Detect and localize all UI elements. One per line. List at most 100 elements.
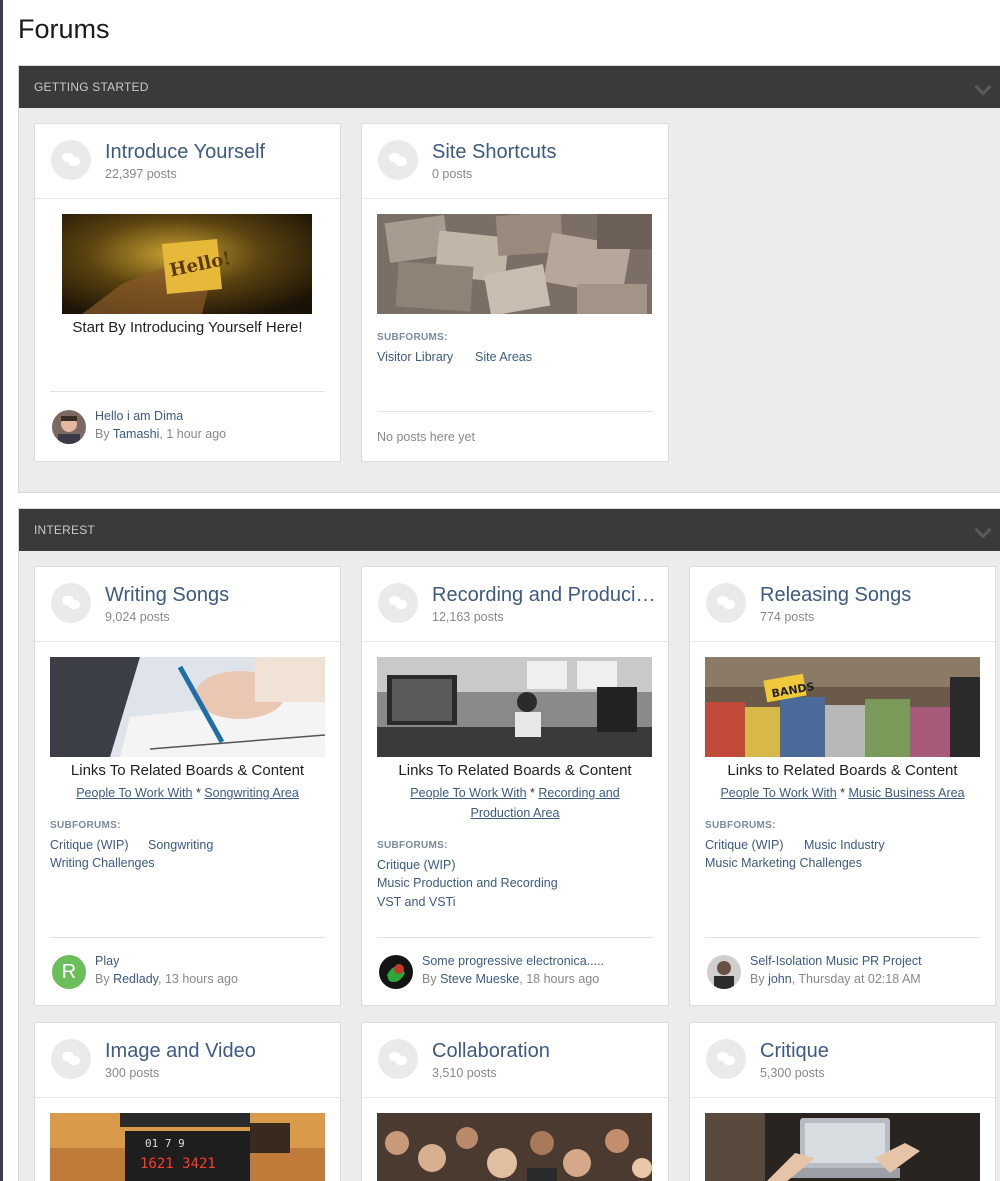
clapper-timecode-text: 1621 3421 [140, 1156, 216, 1172]
forum-icon [51, 1039, 91, 1079]
section-title: GETTING STARTED [34, 80, 149, 94]
chevron-down-icon[interactable] [974, 521, 992, 539]
forum-icon [378, 1039, 418, 1079]
forum-description: Links to Related Boards & Content [727, 762, 958, 779]
last-post-title[interactable]: Some progressive electronica..... [422, 954, 604, 968]
forum-title[interactable]: Site Shortcuts [432, 141, 557, 164]
subforum-link[interactable]: Writing Challenges [50, 856, 155, 870]
avatar[interactable] [707, 955, 741, 989]
forum-banner-image [705, 1113, 980, 1181]
card-divider [705, 937, 980, 938]
songwriting-area-link[interactable]: Songwriting Area [204, 786, 299, 800]
chevron-down-icon[interactable] [974, 78, 992, 96]
forum-icon [378, 583, 418, 623]
forum-title[interactable]: Image and Video [105, 1040, 256, 1063]
forum-icon [706, 583, 746, 623]
forum-title[interactable]: Introduce Yourself [105, 141, 265, 164]
people-to-work-with-link[interactable]: People To Work With [410, 786, 526, 800]
link-separator: * [192, 786, 205, 800]
forum-title[interactable]: Releasing Songs [760, 584, 911, 607]
card-divider [377, 411, 653, 412]
forum-post-count: 12,163 posts [432, 610, 504, 624]
subforum-link[interactable]: Songwriting [148, 838, 213, 852]
last-post-time: , 1 hour ago [159, 427, 227, 441]
forum-banner-image [50, 657, 325, 757]
forum-title[interactable]: Recording and Producing [432, 584, 657, 607]
forum-card-header: Site Shortcuts 0 posts [362, 124, 668, 199]
subforum-link[interactable]: Music Production and Recording [377, 876, 558, 890]
subforums-label: SUBFORUMS: [50, 820, 121, 831]
chat-bubbles-icon [62, 153, 80, 167]
forum-post-count: 300 posts [105, 1066, 160, 1080]
forum-title[interactable]: Writing Songs [105, 584, 229, 607]
music-business-area-link[interactable]: Music Business Area [849, 786, 965, 800]
forum-post-count: 9,024 posts [105, 610, 170, 624]
by-label: By [95, 427, 113, 441]
forum-banner-image [377, 214, 652, 314]
clapper-top-text: 01 7 9 [145, 1137, 185, 1150]
people-to-work-with-link[interactable]: People To Work With [76, 786, 192, 800]
forum-banner-image [377, 1113, 652, 1181]
forum-banner-image: BANDS [705, 657, 980, 757]
forum-post-count: 5,300 posts [760, 1066, 825, 1080]
section-interest: INTEREST Writing Songs 9,024 posts Links… [18, 508, 1000, 1181]
no-posts-text: No posts here yet [377, 430, 475, 444]
subforum-link[interactable]: VST and VSTi [377, 895, 456, 909]
section-title: INTEREST [34, 523, 95, 537]
section-header[interactable]: INTEREST [19, 509, 1000, 551]
forum-icon [378, 140, 418, 180]
by-label: By [422, 972, 441, 986]
card-divider [50, 937, 325, 938]
last-post-author[interactable]: john [768, 972, 792, 986]
forum-description-links: People To Work With * Recording and Prod… [402, 783, 628, 823]
forum-card-header: Image and Video 300 posts [35, 1023, 340, 1098]
last-post-meta: By john, Thursday at 02:18 AM [750, 972, 921, 986]
chat-bubbles-icon [389, 596, 407, 610]
subforums-label: SUBFORUMS: [705, 820, 776, 831]
forum-title[interactable]: Collaboration [432, 1040, 550, 1063]
window-left-edge [0, 0, 3, 1181]
last-post-meta: By Steve Mueske, 18 hours ago [422, 972, 599, 986]
last-post-author[interactable]: Redlady [113, 972, 158, 986]
forum-description-links: People To Work With * Songwriting Area [45, 783, 330, 803]
people-to-work-with-link[interactable]: People To Work With [720, 786, 836, 800]
forum-post-count: 22,397 posts [105, 167, 177, 181]
forum-card-header: Recording and Producing 12,163 posts [362, 567, 668, 642]
subforum-link[interactable]: Site Areas [475, 350, 532, 364]
by-label: By [750, 972, 769, 986]
by-label: By [95, 972, 114, 986]
last-post-author[interactable]: Tamashi [113, 427, 160, 441]
subforum-link[interactable]: Critique (WIP) [377, 858, 455, 872]
avatar[interactable] [379, 955, 413, 989]
forum-card-header: Introduce Yourself 22,397 posts [35, 124, 340, 199]
forum-card-header: Critique 5,300 posts [690, 1023, 995, 1098]
section-header[interactable]: GETTING STARTED [19, 66, 1000, 108]
forum-description: Start By Introducing Yourself Here! [72, 319, 303, 336]
subforums-label: SUBFORUMS: [377, 840, 448, 851]
forum-banner-image [377, 657, 652, 757]
chat-bubbles-icon [389, 1052, 407, 1066]
last-post-title[interactable]: Self-Isolation Music PR Project [750, 954, 922, 968]
subforum-link[interactable]: Music Industry [804, 838, 885, 852]
subforums-label: SUBFORUMS: [377, 332, 448, 343]
card-divider [50, 391, 325, 392]
forum-icon [51, 583, 91, 623]
forum-title[interactable]: Critique [760, 1040, 829, 1063]
avatar-letter: R [61, 961, 77, 983]
last-post-title[interactable]: Hello i am Dima [95, 409, 183, 423]
last-post-meta: By Tamashi, 1 hour ago [95, 427, 226, 441]
avatar[interactable]: R [52, 955, 86, 989]
subforum-link[interactable]: Critique (WIP) [50, 838, 128, 852]
subforum-link[interactable]: Visitor Library [377, 350, 453, 364]
subforum-link[interactable]: Music Marketing Challenges [705, 856, 862, 870]
subforum-link[interactable]: Critique (WIP) [705, 838, 783, 852]
chat-bubbles-icon [389, 153, 407, 167]
card-divider [377, 937, 653, 938]
last-post-author[interactable]: Steve Mueske [440, 972, 519, 986]
last-post-title[interactable]: Play [95, 954, 119, 968]
avatar[interactable] [52, 410, 86, 444]
forum-card-collaboration: Collaboration 3,510 posts [361, 1022, 669, 1181]
forum-card-header: Releasing Songs 774 posts [690, 567, 995, 642]
last-post-meta: By Redlady, 13 hours ago [95, 972, 238, 986]
forum-banner-image: Hello! [62, 214, 312, 314]
